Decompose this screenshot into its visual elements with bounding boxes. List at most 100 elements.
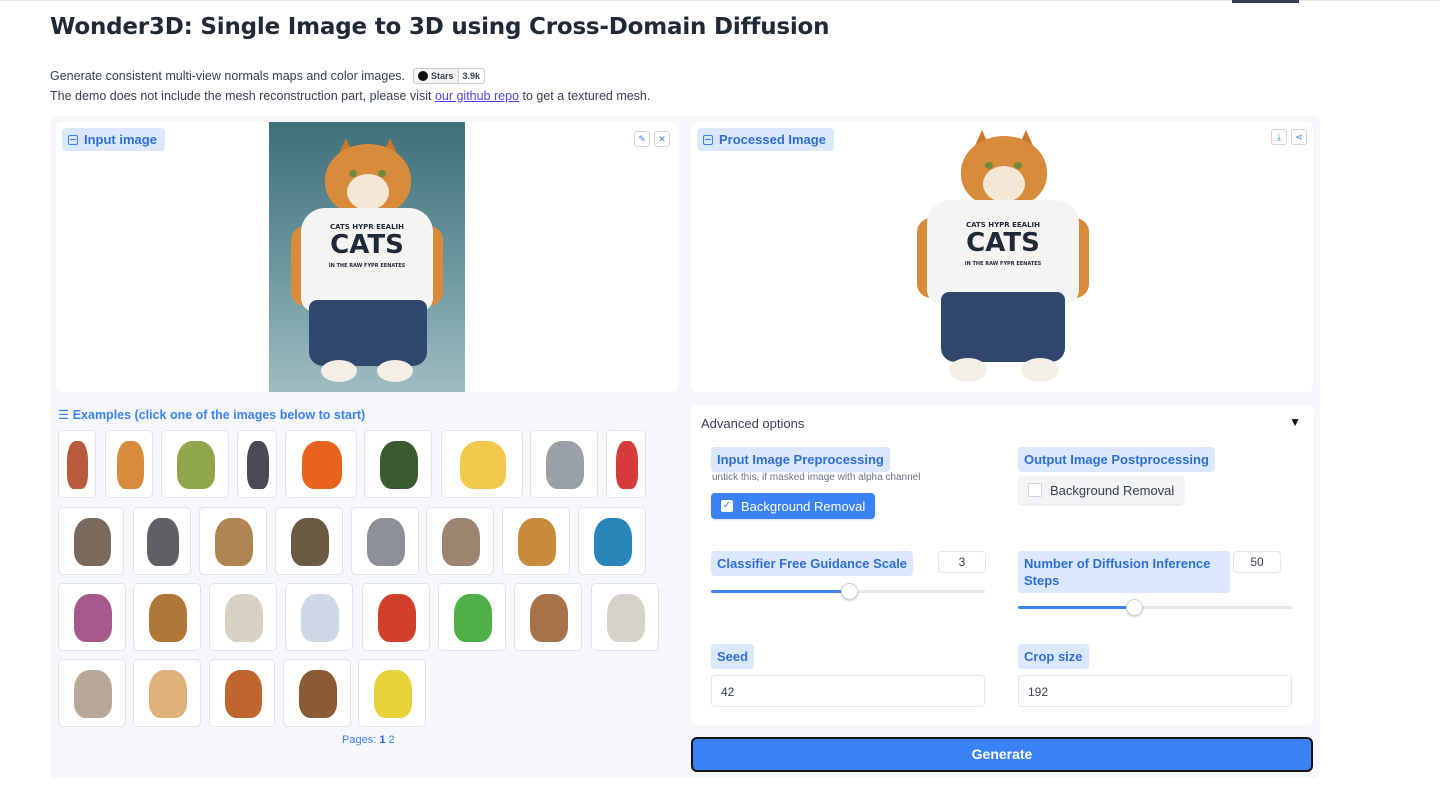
generate-button[interactable]: Generate (691, 737, 1313, 772)
triangle-down-icon[interactable]: ▼ (1289, 415, 1301, 429)
example-minion-figure (460, 441, 506, 489)
example-bear-toy[interactable] (502, 507, 570, 575)
example-cat[interactable] (105, 430, 153, 498)
example-ghost-figure-figure (74, 670, 112, 718)
example-cartoon-cat-figure (301, 594, 339, 642)
example-figure-1-figure (67, 441, 88, 489)
shirt-text-big: CATS (330, 230, 404, 260)
pencil-icon[interactable]: ✎ (634, 131, 650, 147)
example-fox-toy-figure (149, 670, 187, 718)
input-preprocessing-hint: untick this, if masked image with alpha … (712, 472, 921, 483)
output-background-removal-checkbox[interactable]: Background Removal (1018, 476, 1185, 504)
github-stars-badge[interactable]: Stars 3.9k (413, 68, 486, 84)
input-image-card[interactable]: Input image ✎ ✕ CATS HYPR EEALIH CATS IN… (56, 122, 678, 392)
description-text-1: Generate consistent multi-view normals m… (50, 69, 406, 83)
example-camel[interactable] (199, 507, 267, 575)
inference-steps-label: Number of Diffusion Inference Steps (1018, 551, 1230, 593)
seed-input[interactable]: 42 (711, 675, 985, 707)
inference-steps-input[interactable]: 50 (1233, 551, 1281, 573)
example-tiger-head-figure (546, 441, 584, 489)
input-background-removal-checkbox[interactable]: ✓ Background Removal (711, 493, 876, 519)
example-minion[interactable] (441, 430, 523, 498)
example-elephant[interactable] (133, 507, 191, 575)
stars-label: Stars (431, 71, 454, 81)
example-squirrel[interactable] (209, 583, 277, 651)
example-powerpuff[interactable] (606, 430, 646, 498)
inference-steps-slider[interactable] (1018, 599, 1292, 616)
output-postprocessing-label: Output Image Postprocessing (1018, 447, 1215, 472)
github-repo-link[interactable]: our github repo (435, 86, 519, 106)
example-rainbow-cat-figure (454, 594, 492, 642)
example-koala-figure (367, 518, 405, 566)
example-figure-1[interactable] (58, 430, 96, 498)
top-border (0, 0, 1440, 1)
examples-title: ☰ Examples (click one of the images belo… (58, 408, 366, 422)
checkbox-empty (1028, 483, 1042, 497)
steps-slider-knob[interactable] (1126, 599, 1143, 616)
cfg-scale-input[interactable]: 3 (938, 551, 986, 573)
example-egg-chair-figure (177, 441, 215, 489)
description: Generate consistent multi-view normals m… (50, 66, 650, 106)
image-icon (68, 134, 78, 145)
example-monkey[interactable] (514, 583, 582, 651)
seed-label: Seed (711, 644, 755, 669)
processed-cat-illustration: CATS HYPR EEALIH CATS IN THE RAW FYPR EE… (905, 122, 1101, 392)
description-line-1: Generate consistent multi-view normals m… (50, 66, 650, 86)
image-icon (703, 134, 713, 145)
example-powerpuff-figure (616, 441, 638, 489)
cfg-scale-slider[interactable] (711, 583, 985, 600)
example-spongebob-figure (374, 670, 412, 718)
download-icon[interactable]: ⤓ (1271, 129, 1287, 145)
example-bread-crate[interactable] (133, 583, 201, 651)
example-koala[interactable] (351, 507, 419, 575)
example-bread-crate-figure (149, 594, 187, 642)
example-firefox-figure (302, 441, 342, 489)
example-treasure-chest[interactable] (58, 583, 126, 651)
example-cartoon-cat[interactable] (285, 583, 353, 651)
example-fox-toy[interactable] (133, 659, 201, 727)
page-2-link[interactable]: 2 (389, 734, 395, 746)
check-icon: ✓ (721, 500, 733, 512)
top-tab-indicator (1232, 0, 1299, 3)
example-armored-figure[interactable] (237, 430, 277, 498)
close-icon[interactable]: ✕ (654, 131, 670, 147)
crop-size-label: Crop size (1018, 644, 1089, 669)
cfg-slider-knob[interactable] (841, 583, 858, 600)
example-firefox[interactable] (285, 430, 357, 498)
cat-illustration: CATS HYPR EEALIH CATS IN THE RAW FYPR EE… (269, 122, 465, 392)
example-groot-figure (299, 670, 337, 718)
example-llama[interactable] (591, 583, 659, 651)
example-tortoise[interactable] (275, 507, 343, 575)
example-tomato-octopus-figure (378, 594, 416, 642)
example-fox[interactable] (209, 659, 275, 727)
input-image-label: Input image (62, 128, 165, 151)
advanced-options-title[interactable]: Advanced options (701, 416, 804, 431)
example-tomato-octopus[interactable] (362, 583, 430, 651)
example-chimp-astronaut[interactable] (364, 430, 432, 498)
shirt-text-tiny: IN THE RAW FYPR EENATES (328, 263, 406, 269)
crop-size-input[interactable]: 192 (1018, 675, 1292, 707)
example-egg-chair[interactable] (161, 430, 229, 498)
example-groot[interactable] (283, 659, 351, 727)
github-icon (418, 71, 429, 81)
example-chimp-astronaut-figure (380, 441, 418, 489)
example-rabbit[interactable] (426, 507, 494, 575)
example-rainbow-cat[interactable] (438, 583, 506, 651)
example-dog[interactable] (58, 507, 124, 575)
example-treasure-chest-figure (74, 594, 112, 642)
processed-shirt-text-tiny: IN THE RAW FYPR EENATES (964, 261, 1042, 267)
example-monkey-figure (530, 594, 568, 642)
example-tiger-head[interactable] (530, 430, 598, 498)
processed-shirt-text-big: CATS (966, 228, 1040, 258)
example-spongebob[interactable] (358, 659, 426, 727)
example-bear-toy-figure (518, 518, 556, 566)
page-1-link[interactable]: 1 (379, 734, 385, 746)
share-icon[interactable]: ⋖ (1291, 129, 1307, 145)
example-rabbit-figure (442, 518, 480, 566)
example-kingfisher[interactable] (578, 507, 646, 575)
pagination: Pages: 1 2 (342, 734, 395, 746)
advanced-options: Advanced options ▼ Input Image Preproces… (691, 405, 1313, 725)
example-llama-figure (607, 594, 645, 642)
example-ghost-figure[interactable] (58, 659, 126, 727)
processed-image-card: Processed Image ⤓ ⋖ CATS HYPR EEALIH CAT… (691, 122, 1313, 392)
